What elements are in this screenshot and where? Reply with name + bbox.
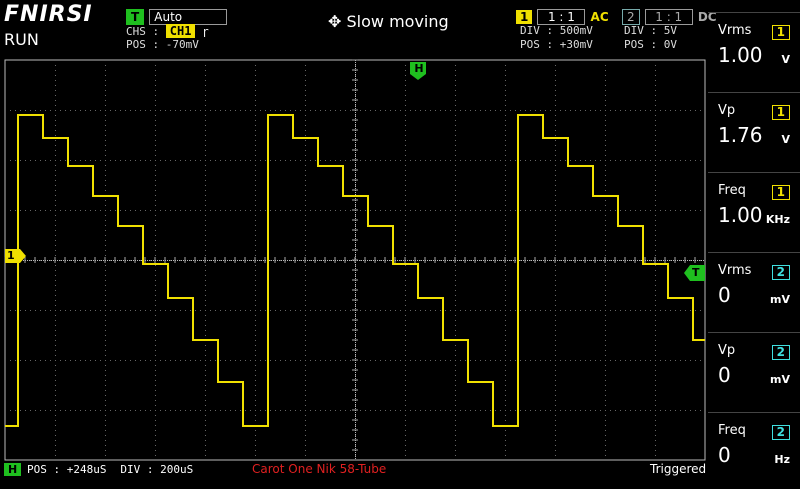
measurement-0[interactable]: Vrms 1 1.00 V [708,12,800,89]
measurement-unit: mV [770,293,790,306]
measurement-2[interactable]: Freq 1 1.00 KHz [708,172,800,249]
measurement-1[interactable]: Vp 1 1.76 V [708,92,800,169]
measurement-value: 0 [718,443,731,467]
measurement-channel-badge: 2 [771,345,790,360]
trigger-level-label: T [692,266,700,279]
measurement-4[interactable]: Vp 2 0 mV [708,332,800,409]
measurement-label: Freq [718,423,746,438]
measurement-unit: V [781,53,790,66]
measurement-value: 1.76 [718,123,763,147]
scope-display[interactable] [0,0,800,480]
measurement-channel-badge: 1 [771,185,790,200]
measurement-unit: mV [770,373,790,386]
waveform-title: Carot One Nik 58-Tube [252,462,387,476]
trigger-status: Triggered [650,462,707,476]
measurement-label: Vrms [718,263,752,278]
measurement-unit: KHz [765,213,790,226]
ch1-level-label: 1 [7,249,15,262]
measurement-unit: Hz [774,453,790,466]
timebase-div: DIV : 200uS [120,463,194,476]
measurement-label: Freq [718,183,746,198]
measurement-5[interactable]: Freq 2 0 Hz [708,412,800,489]
measurement-value: 0 [718,283,731,307]
measurement-label: Vp [718,103,736,118]
measurement-channel-badge: 2 [771,265,790,280]
timebase-badge: H [4,463,22,476]
measurement-value: 1.00 [718,43,763,67]
timebase-pos: POS : +248uS [27,463,107,476]
measurement-channel-badge: 1 [771,25,790,40]
timebase-info[interactable]: H POS : +248uS DIV : 200uS [4,462,193,480]
measurement-label: Vrms [718,23,752,38]
measurement-label: Vp [718,343,736,358]
measurement-value: 0 [718,363,731,387]
horizontal-trigger-label: H [414,62,424,75]
measurement-unit: V [781,133,790,146]
measurement-value: 1.00 [718,203,763,227]
measurement-channel-badge: 2 [771,425,790,440]
measurement-3[interactable]: Vrms 2 0 mV [708,252,800,329]
measurement-channel-badge: 1 [771,105,790,120]
